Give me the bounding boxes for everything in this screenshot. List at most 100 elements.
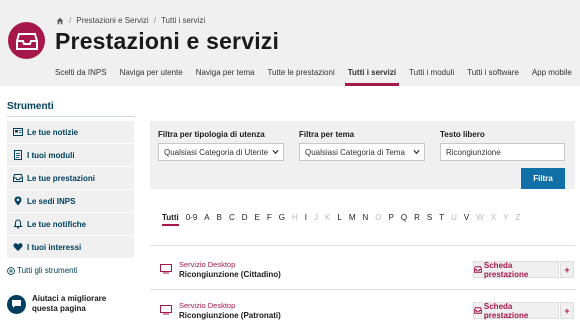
tab-app-mobile[interactable]: App mobile — [532, 66, 572, 86]
alphabet-letter-b[interactable]: B — [217, 213, 222, 226]
feedback-link[interactable]: Aiutaci a migliorare questa pagina — [7, 294, 122, 314]
bell-icon — [13, 219, 23, 229]
alphabet-letter-tutti[interactable]: Tutti — [162, 213, 179, 226]
tema-select[interactable]: Qualsiasi Categoria di Tema — [299, 143, 425, 161]
tab-tutti-i-servizi[interactable]: Tutti i servizi — [344, 66, 400, 86]
tab-tutti-i-moduli[interactable]: Tutti i moduli — [409, 66, 454, 86]
alphabet-letter-e[interactable]: E — [255, 213, 260, 226]
sidebar-item-label: Le tue notifiche — [27, 219, 87, 229]
expand-button[interactable]: + — [560, 302, 574, 319]
sidebar-item-label: Le tue prestazioni — [27, 173, 96, 183]
tab-tutti-i-software[interactable]: Tutti i software — [467, 66, 519, 86]
breadcrumb-item[interactable]: Prestazioni e Servizi — [76, 16, 148, 25]
divider — [150, 245, 575, 246]
alphabet-letter-w: W — [476, 213, 484, 222]
map-pin-icon — [14, 196, 22, 206]
alphabet-letter-i[interactable]: I — [305, 213, 307, 226]
alphabet-letter-u: U — [451, 213, 457, 222]
alphabet-letter-s[interactable]: S — [427, 213, 432, 226]
scheda-prestazione-label: Scheda prestazione — [483, 301, 529, 320]
inbox-icon — [474, 307, 482, 314]
filter-testo-label: Testo libero — [440, 130, 485, 139]
filter-tema-label: Filtra per tema — [299, 130, 355, 139]
sidebar-item-label: Le sedi INPS — [27, 196, 76, 206]
filter-panel: Filtra per tipologia di utenza Qualsiasi… — [150, 121, 575, 189]
tab-bar: Scelti da INPS Naviga per utente Naviga … — [55, 66, 580, 86]
alphabet-letter-a[interactable]: A — [204, 213, 209, 226]
result-title[interactable]: Ricongiunzione (Patronati) — [179, 311, 281, 320]
alphabet-letter-y: Y — [503, 213, 509, 222]
sidebar-item-notifiche[interactable]: Le tue notifiche — [7, 213, 134, 236]
tab-tutte-le-prestazioni[interactable]: Tutte le prestazioni — [267, 66, 334, 86]
alphabet-letter-j: J — [314, 213, 319, 222]
scheda-prestazione-button[interactable]: Scheda prestazione — [473, 301, 559, 320]
tipologia-select-value: Qualsiasi Categoria di Utente — [164, 147, 269, 157]
page-header: / Prestazioni e Servizi / Tutti i serviz… — [0, 0, 580, 86]
filter-button[interactable]: Filtra — [521, 168, 565, 189]
alphabet-letter-f[interactable]: F — [267, 213, 272, 226]
alphabet-letter-h: H — [292, 213, 298, 222]
alphabet-letter-d[interactable]: D — [242, 213, 248, 226]
chevron-down-icon — [413, 149, 420, 155]
result-type: Servizio Desktop — [179, 301, 236, 310]
alphabet-letter-z: Z — [515, 213, 521, 222]
alphabet-filter: Tutti 0-9 A B C D E F G H I J K L M N O P Q R S T U V W X Y Z — [162, 213, 527, 226]
expand-button[interactable]: + — [560, 261, 574, 278]
filter-tipologia-label: Filtra per tipologia di utenza — [158, 130, 265, 139]
scheda-prestazione-label: Scheda prestazione — [483, 260, 529, 279]
tab-naviga-per-utente[interactable]: Naviga per utente — [120, 66, 183, 86]
chevron-down-icon — [272, 149, 279, 155]
sidebar-item-label: I tuoi moduli — [27, 150, 75, 160]
tab-naviga-per-tema[interactable]: Naviga per tema — [196, 66, 255, 86]
breadcrumb-separator: / — [69, 16, 72, 25]
inbox-icon — [15, 32, 38, 50]
breadcrumb-separator: / — [153, 16, 156, 25]
alphabet-letter-g[interactable]: G — [279, 213, 285, 226]
logo — [8, 22, 45, 59]
alphabet-letter-m[interactable]: M — [349, 213, 356, 226]
divider — [7, 116, 135, 117]
sidebar-item-interessi[interactable]: I tuoi interessi — [7, 236, 134, 259]
sidebar-item-sedi[interactable]: Le sedi INPS — [7, 190, 134, 213]
alphabet-letter-n[interactable]: N — [363, 213, 369, 226]
sidebar-title: Strumenti — [7, 101, 54, 112]
alphabet-letter-x: X — [490, 213, 497, 222]
divider — [150, 289, 575, 290]
sidebar-item-notizie[interactable]: Le tue notizie — [7, 121, 134, 144]
alphabet-letter-r[interactable]: R — [414, 213, 420, 226]
scheda-prestazione-button[interactable]: Scheda prestazione — [473, 260, 559, 279]
alphabet-letter-v[interactable]: V — [464, 213, 469, 226]
alphabet-letter-q[interactable]: Q — [401, 213, 407, 226]
alphabet-letter-t[interactable]: T — [439, 213, 444, 226]
alphabet-letter-l[interactable]: L — [337, 213, 341, 226]
home-icon[interactable] — [56, 17, 64, 25]
result-title[interactable]: Ricongiunzione (Cittadino) — [179, 270, 281, 279]
breadcrumb-item[interactable]: Tutti i servizi — [161, 16, 205, 25]
heart-icon — [13, 243, 23, 251]
sidebar-item-moduli[interactable]: I tuoi moduli — [7, 144, 134, 167]
alphabet-letter-p[interactable]: P — [389, 213, 394, 226]
tipologia-select[interactable]: Qualsiasi Categoria di Utente — [158, 143, 284, 161]
page-title: Prestazioni e servizi — [55, 28, 280, 54]
chat-bubble-icon — [7, 294, 26, 314]
all-tools-link[interactable]: Tutti gli strumenti — [7, 266, 78, 275]
alphabet-letter-o: O — [375, 213, 382, 222]
breadcrumb: / Prestazioni e Servizi / Tutti i serviz… — [56, 16, 205, 25]
alphabet-letter-k: K — [325, 213, 331, 222]
sidebar-item-label: Le tue notizie — [27, 127, 79, 137]
sidebar-item-label: I tuoi interessi — [27, 242, 82, 252]
feedback-label: Aiutaci a migliorare questa pagina — [32, 294, 107, 313]
result-type: Servizio Desktop — [179, 260, 236, 269]
plus-circle-icon — [7, 266, 15, 275]
desktop-icon — [160, 264, 172, 274]
result-item: Servizio Desktop Ricongiunzione (Patrona… — [160, 298, 575, 326]
result-item: Servizio Desktop Ricongiunzione (Cittadi… — [160, 257, 575, 287]
search-input[interactable]: Ricongiunzione — [440, 143, 565, 161]
alphabet-letter-c[interactable]: C — [229, 213, 235, 226]
document-icon — [14, 150, 22, 160]
inbox-icon — [13, 174, 23, 182]
sidebar-menu: Le tue notizie I tuoi moduli Le tue pres… — [7, 121, 134, 259]
tab-scelti-da-inps[interactable]: Scelti da INPS — [55, 66, 107, 86]
alphabet-letter-0-9[interactable]: 0-9 — [186, 213, 198, 226]
sidebar-item-prestazioni[interactable]: Le tue prestazioni — [7, 167, 134, 190]
